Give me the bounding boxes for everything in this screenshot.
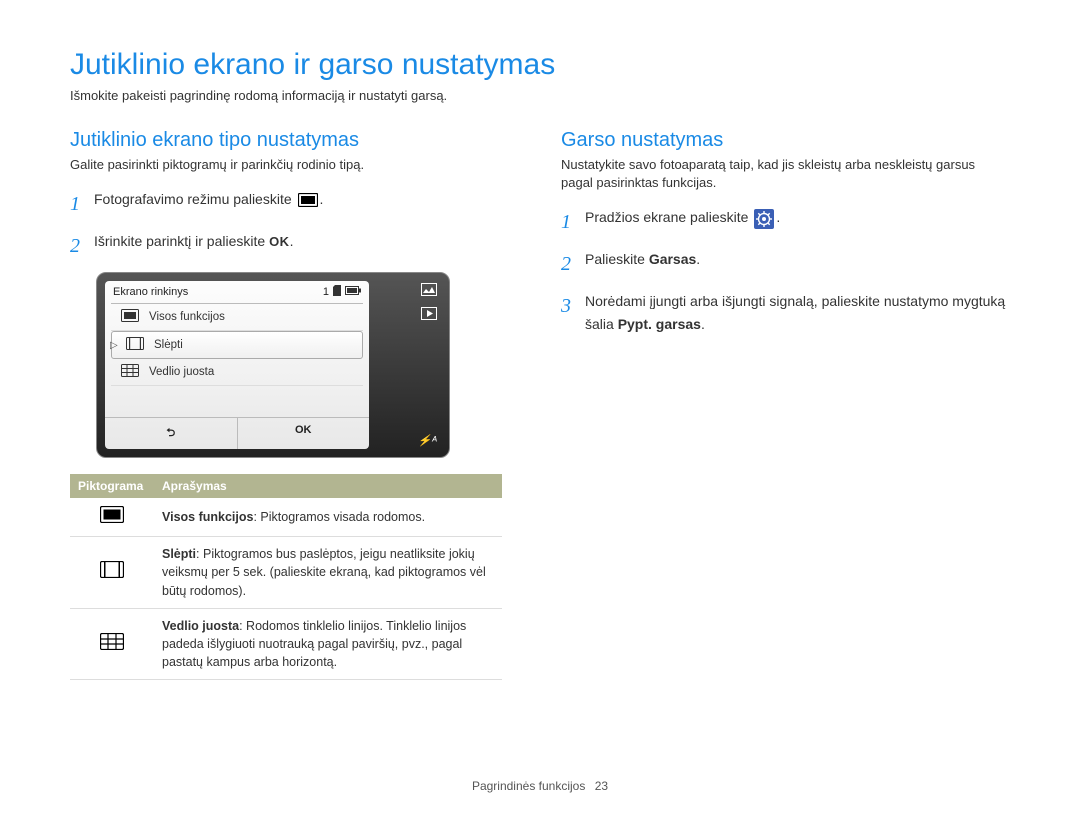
table-row: Slėpti: Piktogramos bus paslėptos, jeigu… [70, 537, 502, 608]
lcd-title: Ekrano rinkinys [113, 286, 188, 298]
flash-auto-icon: ⚡ᴬ [418, 434, 437, 447]
table-row: Visos funkcijos: Piktogramos visada rodo… [70, 498, 502, 537]
page-footer: Pagrindinės funkcijos 23 [0, 779, 1080, 793]
step-text: Palieskite [585, 251, 649, 267]
footer-page-number: 23 [595, 779, 608, 793]
row-bold: Visos funkcijos [162, 510, 253, 524]
display-full-icon [100, 512, 124, 526]
right-desc: Nustatykite savo fotoaparatą taip, kad j… [561, 156, 1010, 192]
display-full-icon [121, 309, 139, 325]
display-full-icon [298, 193, 318, 207]
left-step-1: 1 Fotografavimo režimu palieskite . [70, 188, 519, 220]
step-text: . [696, 251, 700, 267]
lcd-item-label: Visos funkcijos [149, 311, 225, 323]
display-grid-icon [121, 364, 139, 380]
table-row: Vedlio juosta: Rodomos tinklelio linijos… [70, 608, 502, 679]
lcd-back-button[interactable]: ⮌ [105, 418, 237, 449]
intro-text: Išmokite pakeisti pagrindinę rodomą info… [70, 88, 1010, 103]
display-hide-icon [126, 337, 144, 353]
right-heading: Garso nustatymas [561, 129, 1010, 152]
table-header-icon: Piktograma [70, 474, 154, 498]
footer-section: Pagrindinės funkcijos [472, 779, 585, 793]
battery-icon [345, 286, 361, 298]
left-column: Jutiklinio ekrano tipo nustatymas Galite… [70, 129, 519, 680]
page-title: Jutiklinio ekrano ir garso nustatymas [70, 48, 1010, 82]
lcd-item-hide[interactable]: Slėpti [111, 331, 363, 359]
row-bold: Slėpti [162, 547, 196, 561]
left-heading: Jutiklinio ekrano tipo nustatymas [70, 129, 519, 152]
step-bold: Garsas [649, 251, 696, 267]
step-bold: Pypt. garsas [618, 316, 701, 332]
lcd-ok-button[interactable]: OK [237, 418, 370, 449]
camera-lcd-mockup: Ekrano rinkinys 1 Visos funkcijos Slėpt [96, 272, 450, 458]
step-text: Fotografavimo režimu palieskite [94, 191, 292, 207]
lcd-item-all[interactable]: Visos funkcijos [111, 304, 363, 331]
display-grid-icon [100, 639, 124, 653]
step-number: 2 [561, 248, 585, 280]
step-text: Pradžios ekrane palieskite [585, 209, 748, 225]
lcd-item-label: Vedlio juosta [149, 366, 214, 378]
step-number: 2 [70, 230, 94, 262]
lcd-count: 1 [323, 286, 329, 298]
left-desc: Galite pasirinkti piktogramų ir parinkči… [70, 156, 519, 174]
row-text: : Piktogramos visada rodomos. [253, 510, 425, 524]
right-column: Garso nustatymas Nustatykite savo fotoap… [561, 129, 1010, 680]
icon-description-table: Piktograma Aprašymas Visos funkcijos: Pi… [70, 474, 502, 680]
step-text: . [701, 316, 705, 332]
settings-gear-icon [754, 209, 774, 229]
ok-text: OK [269, 234, 290, 249]
step-text: Išrinkite parinktį ir palieskite [94, 233, 265, 249]
table-header-desc: Aprašymas [154, 474, 502, 498]
step-number: 3 [561, 290, 585, 322]
step-number: 1 [70, 188, 94, 220]
play-mode-icon [421, 307, 437, 325]
lcd-item-label: Slėpti [154, 339, 183, 351]
back-arrow-icon: ⮌ [166, 427, 175, 439]
right-step-1: 1 Pradžios ekrane palieskite . [561, 206, 1010, 238]
left-step-2: 2 Išrinkite parinktį ir palieskite OK. [70, 230, 519, 262]
row-text: : Piktogramos bus paslėptos, jeigu neatl… [162, 547, 486, 597]
memory-card-icon [332, 285, 342, 299]
step-number: 1 [561, 206, 585, 238]
lcd-item-guide[interactable]: Vedlio juosta [111, 359, 363, 386]
right-step-3: 3 Norėdami įjungti arba išjungti signalą… [561, 290, 1010, 335]
image-mode-icon [421, 283, 437, 301]
row-bold: Vedlio juosta [162, 619, 239, 633]
display-hide-icon [100, 567, 124, 581]
right-step-2: 2 Palieskite Garsas. [561, 248, 1010, 280]
